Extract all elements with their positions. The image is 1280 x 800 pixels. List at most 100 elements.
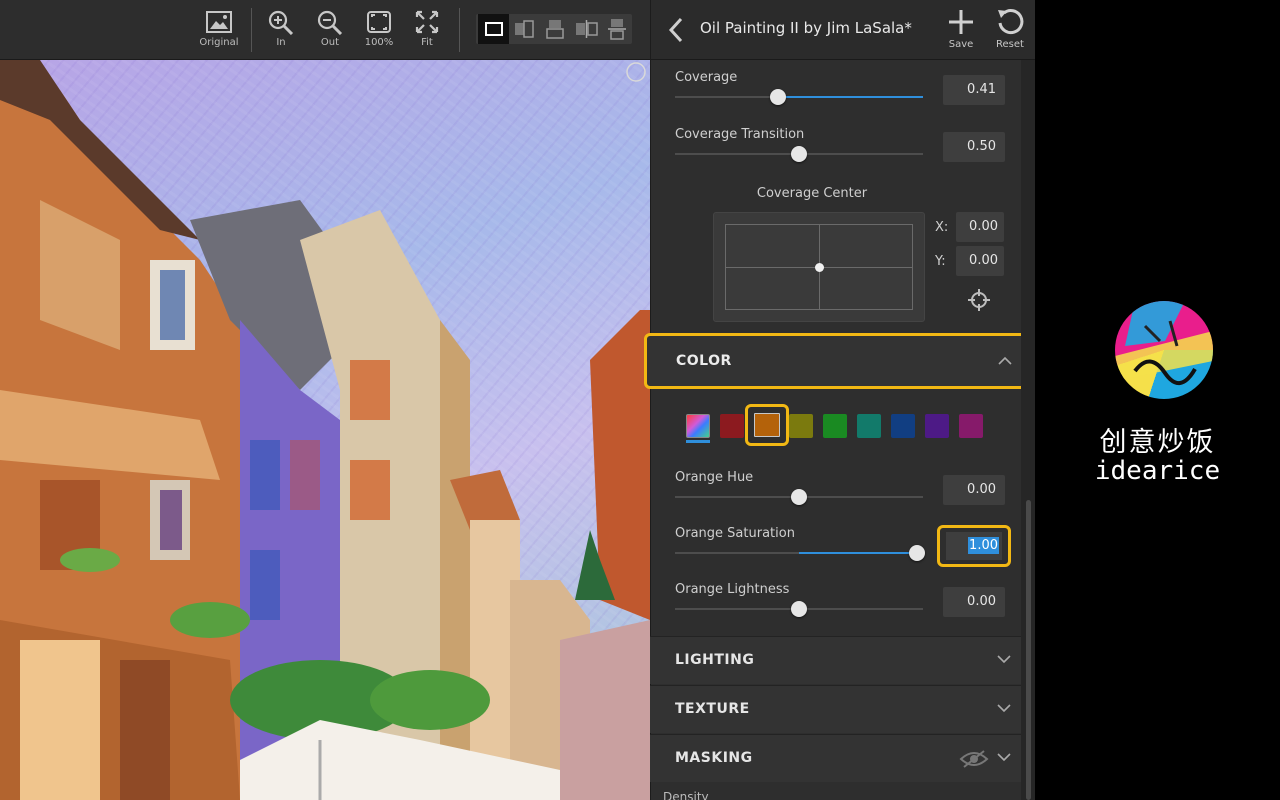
swatch-magenta[interactable] bbox=[959, 414, 983, 438]
center-target-button[interactable] bbox=[966, 287, 992, 313]
orange-saturation-value-field[interactable]: 1.00 bbox=[937, 525, 1011, 567]
texture-section-header[interactable]: TEXTURE bbox=[650, 685, 1021, 733]
orange-hue-slider[interactable] bbox=[675, 489, 923, 505]
coverage-center-pad[interactable] bbox=[713, 212, 925, 322]
zoom-in-label: In bbox=[276, 37, 286, 48]
zoom-in-icon bbox=[268, 10, 294, 35]
color-swatch-row bbox=[650, 400, 1021, 450]
actual-size-button[interactable]: 100% bbox=[357, 6, 401, 54]
orange-lightness-label: Orange Lightness bbox=[675, 582, 790, 597]
orange-lightness-value-field[interactable]: 0.00 bbox=[943, 587, 1005, 617]
coverage-control: Coverage 0.41 bbox=[650, 70, 1021, 126]
image-icon bbox=[206, 11, 232, 33]
zoom-in-button[interactable]: In bbox=[259, 6, 303, 54]
lighting-section-header[interactable]: LIGHTING bbox=[650, 636, 1021, 684]
app-window: Original In Out 100% Fit Oil Painting II… bbox=[0, 0, 1280, 800]
fit-icon bbox=[415, 10, 439, 34]
zoom-out-button[interactable]: Out bbox=[308, 6, 352, 54]
brand-name-chinese: 创意炒饭 bbox=[1099, 427, 1216, 458]
orange-hue-label: Orange Hue bbox=[675, 470, 754, 485]
eye-hidden-icon[interactable] bbox=[959, 749, 989, 769]
split-horizontal-button[interactable] bbox=[540, 14, 571, 44]
chevron-left-icon bbox=[668, 17, 683, 43]
view-mode-selector bbox=[476, 14, 632, 44]
toolbar-divider bbox=[251, 8, 252, 52]
orange-hue-control: Orange Hue 0.00 bbox=[650, 470, 1021, 526]
original-label: Original bbox=[199, 37, 239, 48]
coverage-slider-thumb[interactable] bbox=[769, 89, 786, 105]
lighting-section-title: LIGHTING bbox=[675, 652, 755, 668]
masking-section-header[interactable]: MASKING bbox=[650, 734, 1021, 782]
toolbar-divider bbox=[459, 8, 460, 52]
swatch-active-indicator bbox=[686, 440, 710, 443]
density-section-partial: Density bbox=[663, 790, 709, 800]
back-button[interactable] bbox=[665, 16, 687, 44]
y-label: Y: bbox=[935, 254, 946, 269]
orange-saturation-control: Orange Saturation 1.00 bbox=[650, 525, 1021, 582]
x-value-field[interactable]: 0.00 bbox=[956, 212, 1004, 242]
top-bottom-icon bbox=[608, 19, 626, 40]
reset-button[interactable]: Reset bbox=[990, 6, 1030, 54]
plus-icon bbox=[949, 10, 973, 34]
chevron-down-icon bbox=[997, 655, 1011, 664]
swatch-orange-fill bbox=[754, 413, 780, 437]
orange-lightness-slider-thumb[interactable] bbox=[791, 601, 807, 617]
split-horizontal-icon bbox=[546, 20, 564, 39]
top-bottom-button[interactable] bbox=[602, 14, 633, 44]
oil-painting-illustration bbox=[0, 60, 650, 800]
y-value-field[interactable]: 0.00 bbox=[956, 246, 1004, 276]
coverage-transition-control: Coverage Transition 0.50 bbox=[650, 127, 1021, 183]
orange-lightness-slider[interactable] bbox=[675, 601, 923, 617]
texture-section-title: TEXTURE bbox=[675, 701, 750, 717]
color-section-header[interactable]: COLOR bbox=[644, 333, 1029, 389]
save-button[interactable]: Save bbox=[941, 6, 981, 54]
single-view-icon bbox=[485, 22, 503, 36]
coverage-transition-slider[interactable] bbox=[675, 146, 923, 162]
swatch-aqua[interactable] bbox=[857, 414, 881, 438]
fit-label: Fit bbox=[421, 37, 433, 48]
split-vertical-button[interactable] bbox=[509, 14, 540, 44]
original-button[interactable]: Original bbox=[197, 6, 241, 54]
single-view-button[interactable] bbox=[478, 14, 509, 44]
coverage-center-handle[interactable] bbox=[815, 263, 824, 272]
swatch-all-colors[interactable] bbox=[686, 414, 710, 438]
coverage-transition-slider-thumb[interactable] bbox=[791, 146, 807, 162]
swatch-purple[interactable] bbox=[925, 414, 949, 438]
swatch-red[interactable] bbox=[720, 414, 744, 438]
fit-button[interactable]: Fit bbox=[405, 6, 449, 54]
zoom-out-icon bbox=[317, 10, 343, 35]
save-label: Save bbox=[948, 39, 974, 50]
side-by-side-button[interactable] bbox=[571, 14, 602, 44]
logo-graphic bbox=[1115, 301, 1213, 385]
orange-saturation-slider-fill bbox=[799, 552, 917, 554]
side-by-side-icon bbox=[576, 20, 598, 38]
coverage-center-label: Coverage Center bbox=[756, 186, 868, 201]
orange-hue-value-field[interactable]: 0.00 bbox=[943, 475, 1005, 505]
coverage-slider[interactable] bbox=[675, 89, 923, 105]
brand-logo bbox=[1115, 301, 1213, 399]
orange-saturation-slider-thumb[interactable] bbox=[908, 545, 925, 561]
orange-saturation-value-inner: 1.00 bbox=[946, 532, 1002, 560]
canvas-area: Original In Out 100% Fit bbox=[0, 0, 650, 800]
orange-hue-slider-thumb[interactable] bbox=[791, 489, 807, 505]
swatch-green[interactable] bbox=[823, 414, 847, 438]
orange-lightness-control: Orange Lightness 0.00 bbox=[650, 582, 1021, 638]
orange-saturation-value-text: 1.00 bbox=[968, 537, 999, 554]
photo-preview[interactable] bbox=[0, 60, 650, 800]
orange-saturation-slider[interactable] bbox=[675, 545, 925, 561]
coverage-transition-value-field[interactable]: 0.50 bbox=[943, 132, 1005, 162]
swatch-blue[interactable] bbox=[891, 414, 915, 438]
swatch-yellow[interactable] bbox=[789, 414, 813, 438]
masking-section-title: MASKING bbox=[675, 750, 753, 766]
reset-label: Reset bbox=[996, 39, 1024, 50]
reset-icon bbox=[998, 9, 1024, 35]
zoom-out-label: Out bbox=[320, 37, 340, 48]
panel-scrollbar-thumb[interactable] bbox=[1026, 500, 1031, 800]
actual-size-label: 100% bbox=[364, 37, 394, 48]
preset-title: Oil Painting II by Jim LaSala* bbox=[700, 19, 912, 37]
coverage-value-field[interactable]: 0.41 bbox=[943, 75, 1005, 105]
color-section-title: COLOR bbox=[676, 353, 732, 369]
actual-size-icon bbox=[367, 11, 391, 33]
swatch-orange[interactable] bbox=[745, 404, 789, 446]
chevron-up-icon bbox=[998, 356, 1012, 365]
